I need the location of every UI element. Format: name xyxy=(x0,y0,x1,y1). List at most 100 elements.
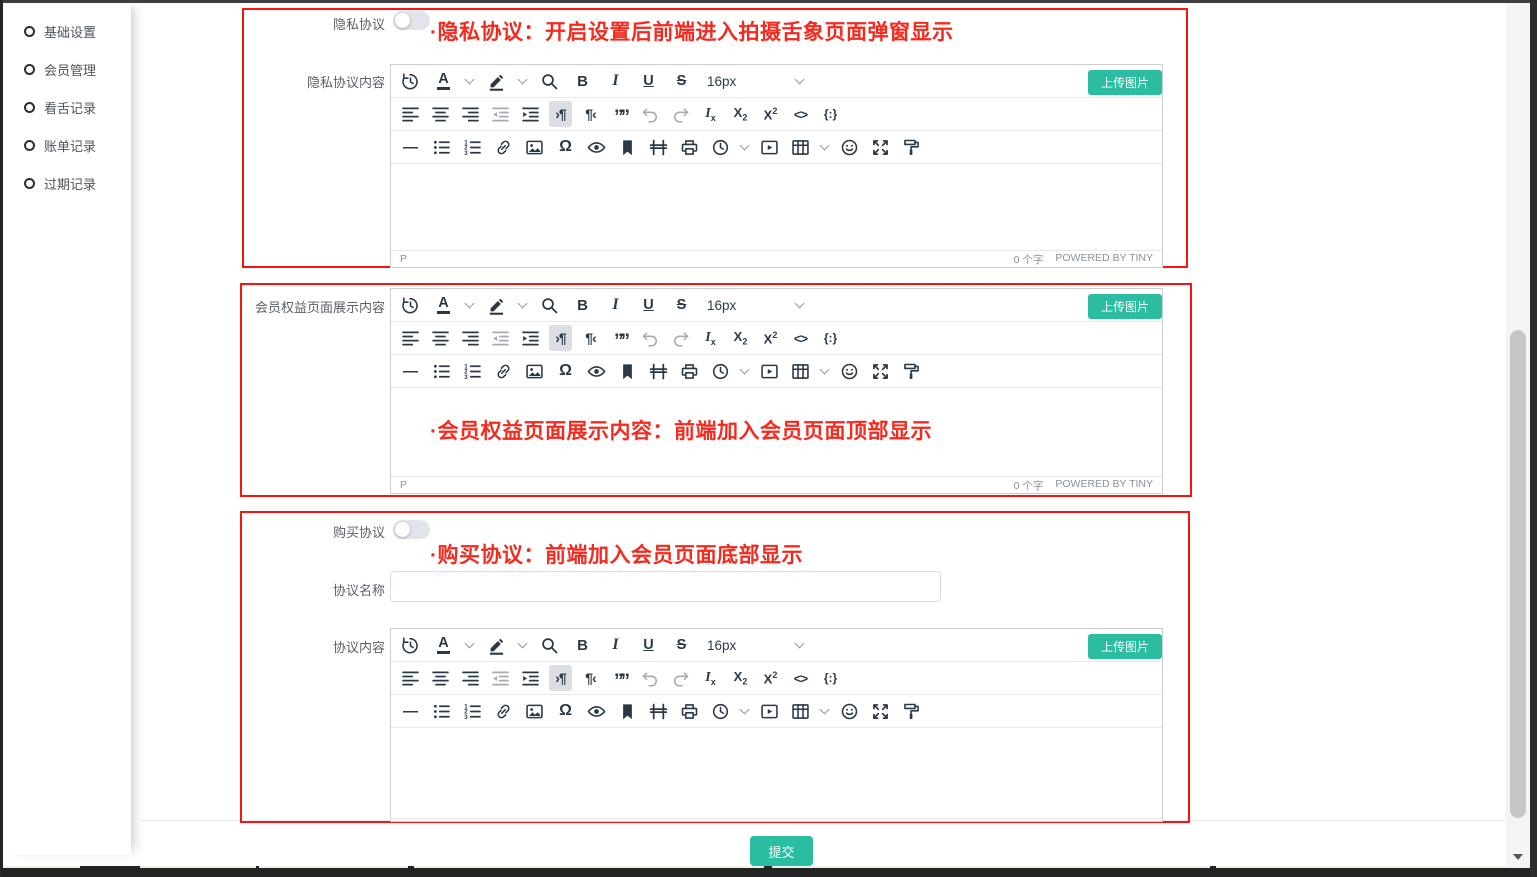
print-icon[interactable] xyxy=(678,358,701,384)
code-sample-icon[interactable]: {:} xyxy=(819,325,842,351)
strikethrough-icon[interactable]: S xyxy=(670,632,693,658)
subscript-icon[interactable]: X2 xyxy=(729,665,752,691)
chevron-down-icon[interactable] xyxy=(518,299,528,309)
fullscreen-icon[interactable] xyxy=(869,134,892,160)
superscript-icon[interactable]: X2 xyxy=(759,101,782,127)
special-character-icon[interactable]: Ω xyxy=(554,134,577,160)
upload-image-button[interactable]: 上传图片 xyxy=(1088,294,1162,319)
indent-icon[interactable] xyxy=(519,325,542,351)
rtl-icon[interactable]: ¶‹ xyxy=(579,665,602,691)
anchor-icon[interactable] xyxy=(616,358,639,384)
search-icon[interactable] xyxy=(538,632,561,658)
insert-datetime-icon[interactable] xyxy=(709,358,732,384)
sidebar-item-1[interactable]: 会员管理 xyxy=(3,50,131,88)
format-painter-icon[interactable] xyxy=(900,358,923,384)
indent-icon[interactable] xyxy=(519,101,542,127)
code-sample-icon[interactable]: {:} xyxy=(819,101,842,127)
restore-draft-icon[interactable] xyxy=(399,68,422,94)
align-right-icon[interactable] xyxy=(459,665,482,691)
media-icon[interactable] xyxy=(758,134,781,160)
page-break-icon[interactable] xyxy=(647,358,670,384)
numbered-list-icon[interactable]: 123 xyxy=(461,698,484,724)
preview-icon[interactable] xyxy=(585,358,608,384)
subscript-icon[interactable]: X2 xyxy=(729,325,752,351)
restore-draft-icon[interactable] xyxy=(399,632,422,658)
restore-draft-icon[interactable] xyxy=(399,292,422,318)
rtl-icon[interactable]: ¶‹ xyxy=(579,101,602,127)
editor-content-area[interactable] xyxy=(391,164,1162,250)
upload-image-button[interactable]: 上传图片 xyxy=(1088,634,1162,659)
code-icon[interactable]: <> xyxy=(789,325,812,351)
table-icon[interactable] xyxy=(789,134,812,160)
fullscreen-icon[interactable] xyxy=(869,698,892,724)
page-break-icon[interactable] xyxy=(647,698,670,724)
image-icon[interactable] xyxy=(523,698,546,724)
align-center-icon[interactable] xyxy=(429,665,452,691)
highlight-color-icon[interactable] xyxy=(485,68,508,94)
chevron-down-icon[interactable] xyxy=(820,141,830,151)
link-icon[interactable] xyxy=(492,698,515,724)
highlight-color-icon[interactable] xyxy=(485,632,508,658)
remove-format-icon[interactable]: Ix xyxy=(699,665,722,691)
superscript-icon[interactable]: X2 xyxy=(759,665,782,691)
chevron-down-icon[interactable] xyxy=(518,75,528,85)
image-icon[interactable] xyxy=(523,134,546,160)
submit-button[interactable]: 提交 xyxy=(750,836,813,866)
image-icon[interactable] xyxy=(523,358,546,384)
align-left-icon[interactable] xyxy=(399,325,422,351)
superscript-icon[interactable]: X2 xyxy=(759,325,782,351)
agreement-name-input[interactable] xyxy=(390,571,941,602)
chevron-down-icon[interactable] xyxy=(740,705,750,715)
chevron-down-icon[interactable] xyxy=(518,639,528,649)
font-size-select[interactable]: 16px xyxy=(707,638,805,653)
align-right-icon[interactable] xyxy=(459,101,482,127)
align-right-icon[interactable] xyxy=(459,325,482,351)
horizontal-rule-icon[interactable]: — xyxy=(399,358,422,384)
media-icon[interactable] xyxy=(758,698,781,724)
ltr-icon[interactable]: ›¶ xyxy=(549,325,572,351)
rtl-icon[interactable]: ¶‹ xyxy=(579,325,602,351)
numbered-list-icon[interactable]: 123 xyxy=(461,134,484,160)
code-icon[interactable]: <> xyxy=(789,101,812,127)
media-icon[interactable] xyxy=(758,358,781,384)
print-icon[interactable] xyxy=(678,698,701,724)
bullet-list-icon[interactable] xyxy=(430,698,453,724)
scrollbar-down-button[interactable] xyxy=(1506,849,1530,864)
align-left-icon[interactable] xyxy=(399,101,422,127)
blockquote-icon[interactable]: ”” xyxy=(609,325,632,351)
italic-icon[interactable]: I xyxy=(604,632,627,658)
preview-icon[interactable] xyxy=(585,698,608,724)
chevron-down-icon[interactable] xyxy=(465,75,475,85)
remove-format-icon[interactable]: Ix xyxy=(699,325,722,351)
code-sample-icon[interactable]: {:} xyxy=(819,665,842,691)
vertical-scrollbar-thumb[interactable] xyxy=(1510,330,1526,818)
chevron-down-icon[interactable] xyxy=(820,365,830,375)
search-icon[interactable] xyxy=(538,68,561,94)
sidebar-item-2[interactable]: 看舌记录 xyxy=(3,88,131,126)
format-painter-icon[interactable] xyxy=(900,698,923,724)
ltr-icon[interactable]: ›¶ xyxy=(549,101,572,127)
anchor-icon[interactable] xyxy=(616,134,639,160)
print-icon[interactable] xyxy=(678,134,701,160)
upload-image-button[interactable]: 上传图片 xyxy=(1088,70,1162,95)
page-break-icon[interactable] xyxy=(647,134,670,160)
blockquote-icon[interactable]: ”” xyxy=(609,665,632,691)
blockquote-icon[interactable]: ”” xyxy=(609,101,632,127)
special-character-icon[interactable]: Ω xyxy=(554,358,577,384)
horizontal-rule-icon[interactable]: — xyxy=(399,698,422,724)
bullet-list-icon[interactable] xyxy=(430,134,453,160)
link-icon[interactable] xyxy=(492,358,515,384)
bold-icon[interactable]: B xyxy=(571,292,594,318)
underline-icon[interactable]: U xyxy=(637,68,660,94)
strikethrough-icon[interactable]: S xyxy=(670,68,693,94)
sidebar-item-0[interactable]: 基础设置 xyxy=(3,12,131,50)
fullscreen-icon[interactable] xyxy=(869,358,892,384)
search-icon[interactable] xyxy=(538,292,561,318)
align-center-icon[interactable] xyxy=(429,325,452,351)
font-size-select[interactable]: 16px xyxy=(707,74,805,89)
sidebar-item-3[interactable]: 账单记录 xyxy=(3,126,131,164)
sidebar-item-4[interactable]: 过期记录 xyxy=(3,164,131,202)
table-icon[interactable] xyxy=(789,358,812,384)
text-color-icon[interactable]: A xyxy=(432,68,455,94)
purchase-toggle-switch[interactable] xyxy=(393,520,430,539)
